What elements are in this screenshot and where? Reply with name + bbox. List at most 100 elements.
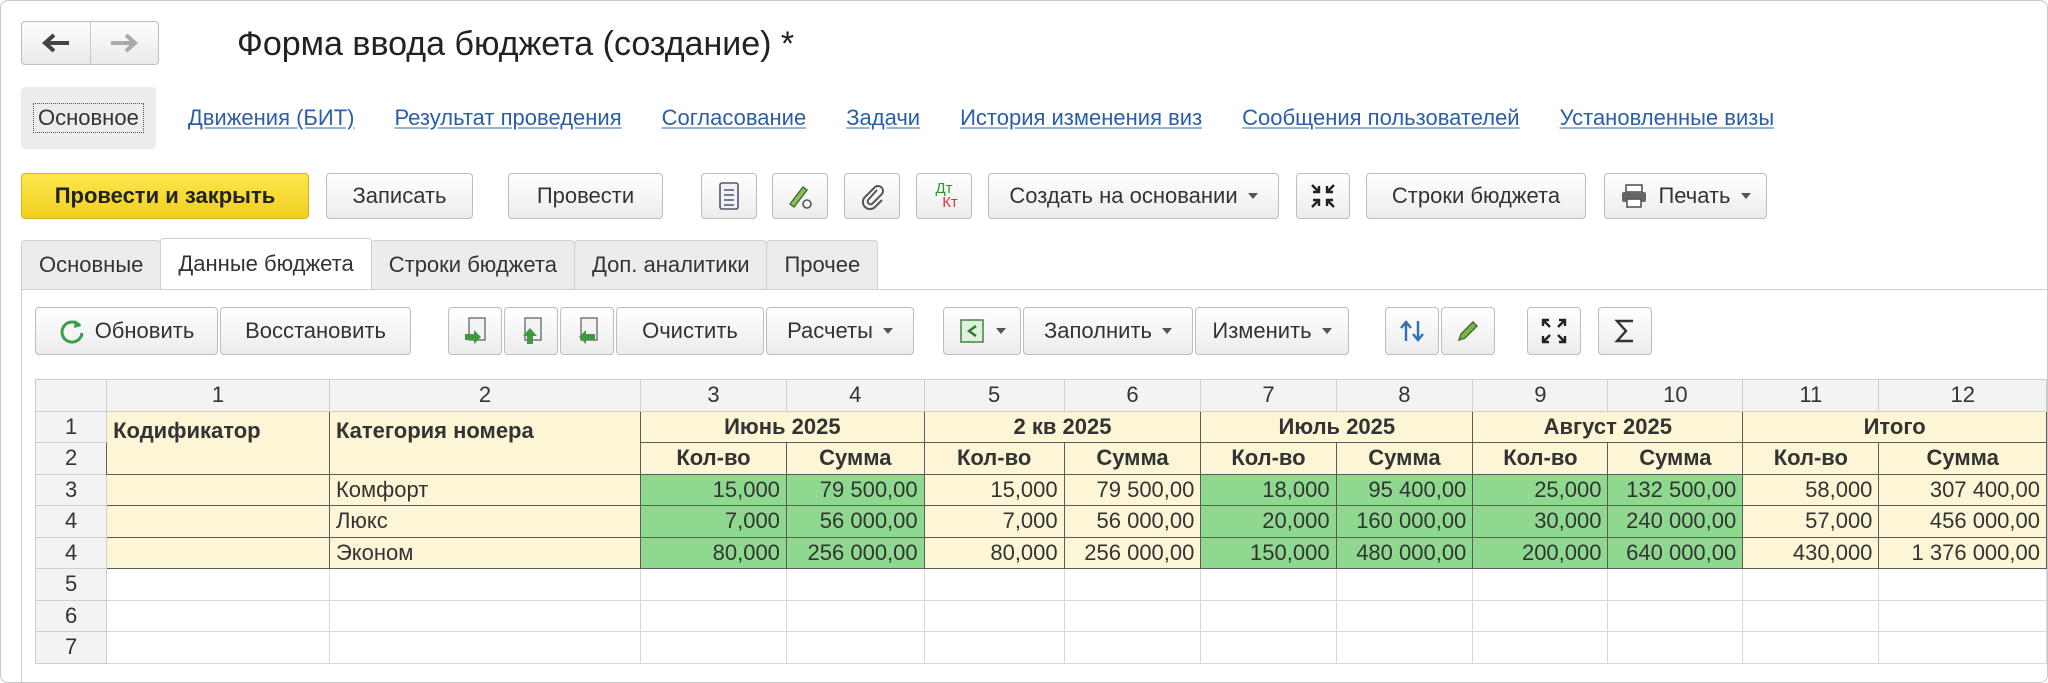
attach-button[interactable] [844, 173, 900, 219]
value-cell[interactable]: 7,000 [923, 505, 1065, 538]
value-cell[interactable]: 1 376 000,00 [1878, 536, 2047, 569]
document-icon-button[interactable] [701, 173, 757, 219]
value-cell[interactable]: 15,000 [923, 473, 1065, 506]
clear-button[interactable]: Очистить [616, 307, 764, 355]
fill-source-button[interactable] [943, 307, 1021, 355]
empty-cell[interactable] [106, 599, 330, 632]
empty-cell[interactable] [640, 631, 787, 664]
value-cell[interactable]: 256 000,00 [1063, 536, 1202, 569]
load-button-1[interactable] [448, 307, 502, 355]
header-category[interactable]: Категория номера [328, 410, 642, 475]
value-cell[interactable]: 480 000,00 [1335, 536, 1474, 569]
header-codifier[interactable]: Кодификатор [106, 410, 330, 475]
value-cell[interactable]: 79 500,00 [785, 473, 925, 506]
restore-button[interactable]: Восстановить [220, 307, 411, 355]
link-main[interactable]: Основное [21, 87, 156, 149]
tab-extra-analytics[interactable]: Доп. аналитики [573, 240, 768, 289]
category-cell[interactable]: Комфорт [328, 473, 642, 506]
empty-cell[interactable] [1063, 631, 1202, 664]
empty-cell[interactable] [1472, 568, 1609, 601]
header-sum[interactable]: Сумма [1607, 442, 1744, 475]
header-sum[interactable]: Сумма [785, 442, 925, 475]
value-cell[interactable]: 80,000 [640, 536, 787, 569]
col-number[interactable]: 9 [1472, 379, 1609, 412]
link-movements[interactable]: Движения (БИТ) [188, 105, 355, 131]
tab-budget-rows[interactable]: Строки бюджета [370, 240, 575, 289]
change-button[interactable]: Изменить [1195, 307, 1349, 355]
back-button[interactable] [22, 22, 90, 64]
empty-cell[interactable] [106, 631, 330, 664]
link-visas[interactable]: Установленные визы [1560, 105, 1775, 131]
print-button[interactable]: Печать [1604, 173, 1767, 219]
value-cell[interactable]: 18,000 [1200, 473, 1337, 506]
value-cell[interactable]: 25,000 [1472, 473, 1609, 506]
empty-cell[interactable] [1742, 599, 1880, 632]
col-number[interactable]: 3 [640, 379, 787, 412]
codifier-cell[interactable] [106, 536, 330, 569]
empty-cell[interactable] [1878, 599, 2047, 632]
empty-cell[interactable] [328, 599, 642, 632]
empty-cell[interactable] [328, 631, 642, 664]
value-cell[interactable]: 58,000 [1742, 473, 1880, 506]
col-number[interactable]: 10 [1607, 379, 1744, 412]
col-number[interactable]: 1 [106, 379, 330, 412]
empty-cell[interactable] [785, 631, 925, 664]
codifier-cell[interactable] [106, 505, 330, 538]
link-approval[interactable]: Согласование [662, 105, 807, 131]
empty-cell[interactable] [785, 568, 925, 601]
col-number[interactable]: 6 [1063, 379, 1202, 412]
value-cell[interactable]: 200,000 [1472, 536, 1609, 569]
header-total[interactable]: Итого [1742, 410, 2047, 443]
empty-cell[interactable] [1063, 568, 1202, 601]
edit-icon-button[interactable] [772, 173, 828, 219]
dt-kt-button[interactable]: Дт Кт [916, 173, 972, 219]
collapse-button[interactable] [1296, 173, 1350, 219]
value-cell[interactable]: 57,000 [1742, 505, 1880, 538]
row-number[interactable]: 2 [34, 442, 108, 475]
empty-cell[interactable] [1607, 568, 1744, 601]
empty-cell[interactable] [1335, 599, 1474, 632]
value-cell[interactable]: 80,000 [923, 536, 1065, 569]
col-number[interactable]: 11 [1742, 379, 1880, 412]
col-number[interactable]: 2 [328, 379, 642, 412]
link-tasks[interactable]: Задачи [846, 105, 920, 131]
value-cell[interactable]: 95 400,00 [1335, 473, 1474, 506]
empty-cell[interactable] [923, 568, 1065, 601]
empty-cell[interactable] [1607, 631, 1744, 664]
calcs-button[interactable]: Расчеты [766, 307, 914, 355]
header-sum[interactable]: Сумма [1878, 442, 2047, 475]
empty-cell[interactable] [1742, 631, 1880, 664]
swap-button[interactable] [1385, 307, 1439, 355]
empty-cell[interactable] [1200, 568, 1337, 601]
value-cell[interactable]: 430,000 [1742, 536, 1880, 569]
link-posting-result[interactable]: Результат проведения [394, 105, 621, 131]
value-cell[interactable]: 15,000 [640, 473, 787, 506]
value-cell[interactable]: 7,000 [640, 505, 787, 538]
sum-button[interactable] [1598, 307, 1652, 355]
row-number[interactable]: 1 [34, 410, 108, 443]
category-cell[interactable]: Люкс [328, 505, 642, 538]
value-cell[interactable]: 160 000,00 [1335, 505, 1474, 538]
header-qty[interactable]: Кол-во [640, 442, 787, 475]
value-cell[interactable]: 132 500,00 [1607, 473, 1744, 506]
codifier-cell[interactable] [106, 473, 330, 506]
post-button[interactable]: Провести [508, 173, 663, 219]
empty-cell[interactable] [640, 568, 787, 601]
row-number[interactable]: 7 [34, 631, 108, 664]
value-cell[interactable]: 640 000,00 [1607, 536, 1744, 569]
value-cell[interactable]: 456 000,00 [1878, 505, 2047, 538]
empty-cell[interactable] [785, 599, 925, 632]
col-number[interactable]: 7 [1200, 379, 1337, 412]
header-sum[interactable]: Сумма [1063, 442, 1202, 475]
header-period[interactable]: Июль 2025 [1200, 410, 1474, 443]
header-period[interactable]: 2 кв 2025 [923, 410, 1202, 443]
empty-cell[interactable] [1472, 599, 1609, 632]
col-number[interactable]: 4 [785, 379, 925, 412]
empty-cell[interactable] [1335, 568, 1474, 601]
tab-other[interactable]: Прочее [766, 240, 879, 289]
value-cell[interactable]: 56 000,00 [1063, 505, 1202, 538]
value-cell[interactable]: 307 400,00 [1878, 473, 2047, 506]
header-qty[interactable]: Кол-во [1742, 442, 1880, 475]
row-number[interactable]: 4 [34, 536, 108, 569]
empty-cell[interactable] [106, 568, 330, 601]
